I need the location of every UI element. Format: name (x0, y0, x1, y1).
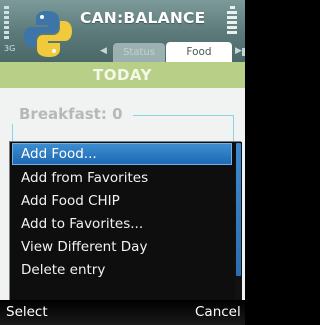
tab-bar: ◀ Status Food ▶ (100, 41, 245, 63)
app-header: 3G CAN:BALANCE ◀ Status Food ▶ (0, 0, 245, 63)
day-header[interactable]: TODAY (0, 62, 245, 88)
menu-scroll-thumb[interactable] (236, 143, 241, 276)
menu-item-add-food-chip[interactable]: Add Food CHIP (12, 190, 232, 212)
cancel-softkey[interactable]: Cancel (195, 304, 241, 320)
app-title: CAN:BALANCE (80, 9, 206, 27)
chevron-left-icon[interactable]: ◀ (100, 46, 107, 56)
menu-scrollbar[interactable] (235, 142, 242, 302)
tab-status[interactable]: Status (113, 43, 165, 62)
meal-heading[interactable]: Breakfast: 0 (19, 105, 123, 123)
menu-item-view-different-day[interactable]: View Different Day (12, 236, 232, 258)
menu-item-add-from-favorites[interactable]: Add from Favorites (12, 167, 232, 189)
more-tabs-icon (242, 48, 245, 56)
softkey-bar: Select Cancel (0, 300, 245, 325)
select-softkey[interactable]: Select (6, 304, 48, 320)
signal-strength-icon (4, 6, 9, 42)
chevron-right-icon[interactable]: ▶ (235, 46, 242, 56)
python-logo-icon (24, 11, 72, 57)
menu-item-add-to-favorites[interactable]: Add to Favorites... (12, 213, 232, 235)
phone-screen: 3G CAN:BALANCE ◀ Status Food ▶ TODAY Bre… (0, 0, 245, 325)
tab-food[interactable]: Food (166, 42, 232, 63)
battery-level-icon (226, 6, 238, 36)
meal-divider (133, 115, 233, 116)
options-menu: Add Food... Add from Favorites Add Food … (9, 141, 242, 302)
network-type-label: 3G (4, 44, 16, 53)
menu-item-delete-entry[interactable]: Delete entry (12, 259, 232, 281)
menu-item-add-food[interactable]: Add Food... (12, 143, 232, 165)
